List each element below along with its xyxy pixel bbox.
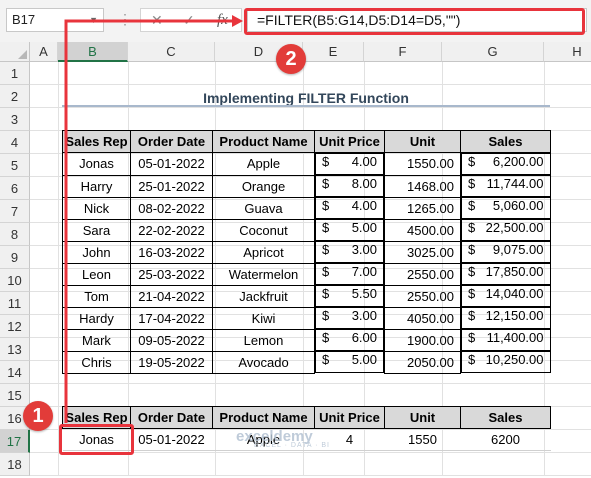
step-2-badge: 2	[276, 44, 306, 74]
arrow-head-icon	[232, 15, 243, 27]
formula-highlight-box	[244, 8, 585, 35]
selected-cell-highlight-box	[59, 424, 134, 455]
step-1-badge: 1	[23, 401, 53, 431]
connector-arrow	[64, 19, 232, 423]
